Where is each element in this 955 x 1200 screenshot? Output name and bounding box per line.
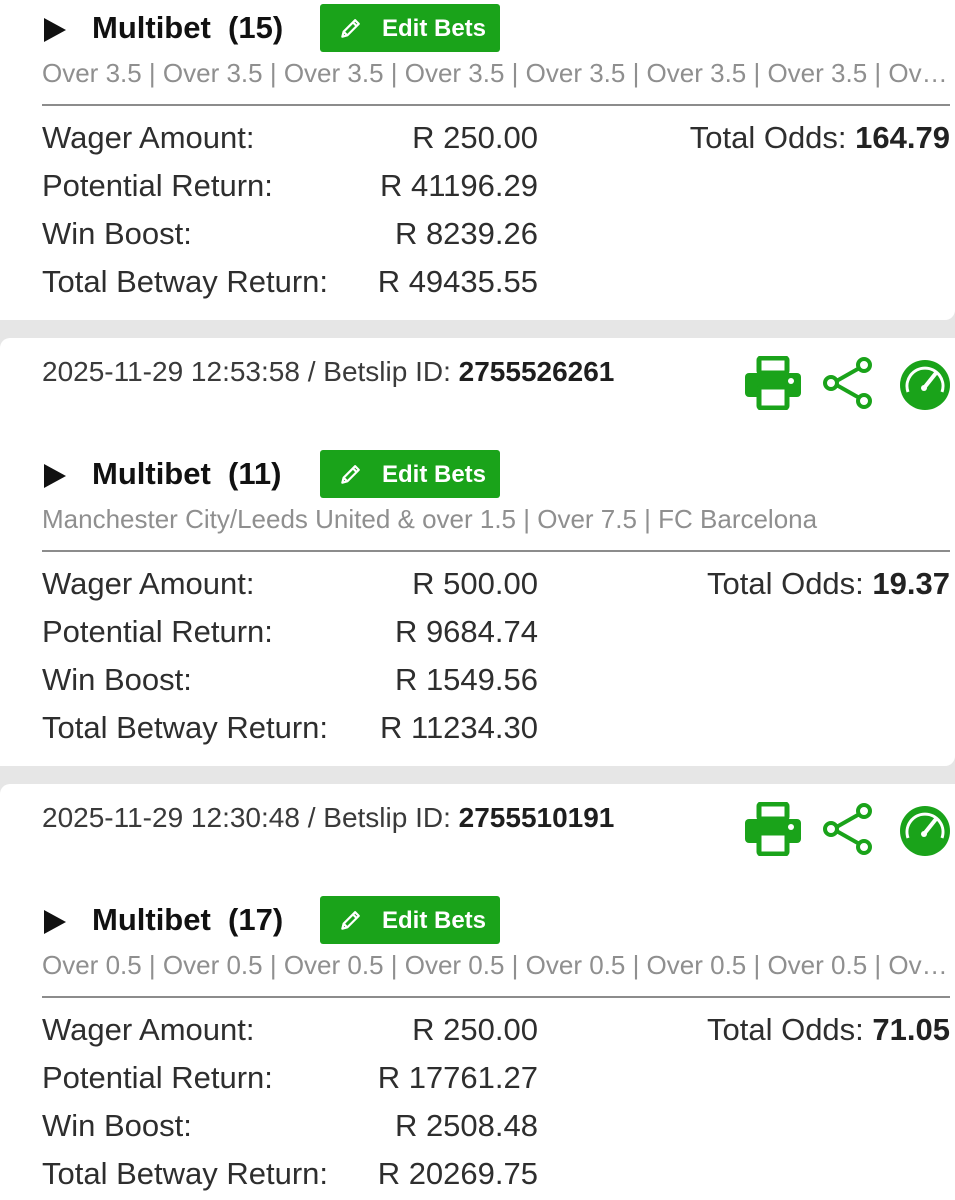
pencil-icon	[341, 19, 360, 38]
total-odds-label: Total Odds:	[706, 566, 864, 601]
bet-actions	[743, 802, 955, 856]
bet-title[interactable]: Multibet (15)	[92, 10, 283, 46]
total-return-row: Total Betway Return: R 11234.30	[42, 706, 542, 754]
expand-triangle-icon[interactable]	[44, 18, 66, 42]
total-return-label: Total Betway Return:	[42, 264, 329, 299]
wager-label: Wager Amount:	[42, 566, 255, 601]
bet-history-page: Multibet (15) Edit Bets Over 3.5 | Over …	[0, 0, 955, 1200]
potential-return-value: R 41196.29	[380, 168, 538, 203]
edit-bets-button[interactable]: Edit Bets	[320, 896, 500, 944]
bet-datetime: 2025-11-29 12:30:48	[42, 802, 300, 833]
win-boost-row: Win Boost: R 2508.48	[42, 1104, 542, 1152]
edit-bets-button[interactable]: Edit Bets	[320, 450, 500, 498]
potential-return-row: Potential Return: R 41196.29	[42, 164, 542, 212]
potential-return-value: R 17761.27	[377, 1060, 538, 1095]
bet-selections: Over 3.5 | Over 3.5 | Over 3.5 | Over 3.…	[42, 58, 950, 88]
potential-return-label: Potential Return:	[42, 168, 273, 203]
potential-return-value: R 9684.74	[394, 614, 538, 649]
divider	[42, 996, 950, 998]
betslip-id-label: Betslip ID:	[323, 356, 451, 387]
win-boost-value: R 1549.56	[394, 662, 538, 697]
total-odds-label: Total Odds:	[706, 1012, 864, 1047]
bet-amounts: Wager Amount: R 500.00 Potential Return:…	[42, 562, 542, 754]
betslip-id: 2755510191	[458, 802, 615, 833]
bet-title[interactable]: Multibet (11)	[92, 456, 281, 492]
potential-return-label: Potential Return:	[42, 1060, 273, 1095]
bet-card: 2025-11-29 12:53:58 / Betslip ID: 275552…	[0, 338, 955, 766]
pencil-icon	[341, 911, 360, 930]
win-boost-label: Win Boost:	[42, 216, 192, 251]
edit-bets-label: Edit Bets	[382, 15, 487, 42]
wager-row: Wager Amount: R 250.00	[42, 1008, 542, 1056]
bet-tracker-button[interactable]	[895, 356, 955, 410]
total-return-row: Total Betway Return: R 20269.75	[42, 1152, 542, 1200]
total-odds: Total Odds: 71.05	[707, 1012, 950, 1048]
bet-tracker-button[interactable]	[895, 802, 955, 856]
win-boost-label: Win Boost:	[42, 1108, 192, 1143]
betslip-meta: 2025-11-29 12:30:48 / Betslip ID: 275551…	[42, 802, 615, 833]
win-boost-value: R 2508.48	[394, 1108, 538, 1143]
wager-value: R 250.00	[412, 1012, 538, 1047]
divider	[42, 104, 950, 106]
speedometer-icon	[900, 806, 950, 856]
wager-row: Wager Amount: R 250.00	[42, 116, 542, 164]
edit-bets-label: Edit Bets	[382, 907, 487, 934]
win-boost-row: Win Boost: R 8239.26	[42, 212, 542, 260]
bet-actions	[743, 356, 955, 410]
share-icon	[823, 357, 872, 409]
betslip-id: 2755526261	[458, 356, 615, 387]
bet-card: 2025-11-29 12:30:48 / Betslip ID: 275551…	[0, 784, 955, 1200]
potential-return-label: Potential Return:	[42, 614, 273, 649]
print-icon	[745, 356, 801, 410]
total-return-label: Total Betway Return:	[42, 710, 329, 745]
print-button[interactable]	[743, 356, 803, 410]
bet-datetime: 2025-11-29 12:53:58	[42, 356, 300, 387]
total-odds-label: Total Odds:	[689, 120, 847, 155]
total-odds-value: 71.05	[872, 1012, 950, 1047]
expand-triangle-icon[interactable]	[44, 910, 66, 934]
total-return-label: Total Betway Return:	[42, 1156, 329, 1191]
print-button[interactable]	[743, 802, 803, 856]
print-icon	[745, 802, 801, 856]
total-odds: Total Odds: 164.79	[690, 120, 950, 156]
bet-header: Multibet (15) Edit Bets	[44, 4, 944, 54]
total-return-value: R 49435.55	[377, 264, 538, 299]
total-return-row: Total Betway Return: R 49435.55	[42, 260, 542, 308]
bet-amounts: Wager Amount: R 250.00 Potential Return:…	[42, 116, 542, 308]
bet-title[interactable]: Multibet (17)	[92, 902, 283, 938]
total-return-value: R 11234.30	[380, 710, 538, 745]
expand-triangle-icon[interactable]	[44, 464, 66, 488]
bet-amounts: Wager Amount: R 250.00 Potential Return:…	[42, 1008, 542, 1200]
win-boost-value: R 8239.26	[394, 216, 538, 251]
share-button[interactable]	[819, 356, 879, 410]
edit-bets-label: Edit Bets	[382, 461, 487, 488]
betslip-meta: 2025-11-29 12:53:58 / Betslip ID: 275552…	[42, 356, 615, 387]
pencil-icon	[341, 465, 360, 484]
wager-label: Wager Amount:	[42, 1012, 255, 1047]
wager-value: R 250.00	[412, 120, 538, 155]
betslip-id-label: Betslip ID:	[323, 802, 451, 833]
win-boost-label: Win Boost:	[42, 662, 192, 697]
bet-selections: Over 0.5 | Over 0.5 | Over 0.5 | Over 0.…	[42, 950, 950, 980]
bet-card: Multibet (15) Edit Bets Over 3.5 | Over …	[0, 0, 955, 320]
share-button[interactable]	[819, 802, 879, 856]
potential-return-row: Potential Return: R 9684.74	[42, 610, 542, 658]
share-icon	[823, 803, 872, 855]
wager-value: R 500.00	[412, 566, 538, 601]
total-return-value: R 20269.75	[377, 1156, 538, 1191]
wager-label: Wager Amount:	[42, 120, 255, 155]
wager-row: Wager Amount: R 500.00	[42, 562, 542, 610]
total-odds-value: 164.79	[855, 120, 950, 155]
total-odds: Total Odds: 19.37	[707, 566, 950, 602]
potential-return-row: Potential Return: R 17761.27	[42, 1056, 542, 1104]
win-boost-row: Win Boost: R 1549.56	[42, 658, 542, 706]
total-odds-value: 19.37	[872, 566, 950, 601]
speedometer-icon	[900, 360, 950, 410]
bet-header: Multibet (17) Edit Bets	[44, 896, 944, 946]
bet-header: Multibet (11) Edit Bets	[44, 450, 944, 500]
bet-selections: Manchester City/Leeds United & over 1.5 …	[42, 504, 818, 534]
edit-bets-button[interactable]: Edit Bets	[320, 4, 500, 52]
divider	[42, 550, 950, 552]
